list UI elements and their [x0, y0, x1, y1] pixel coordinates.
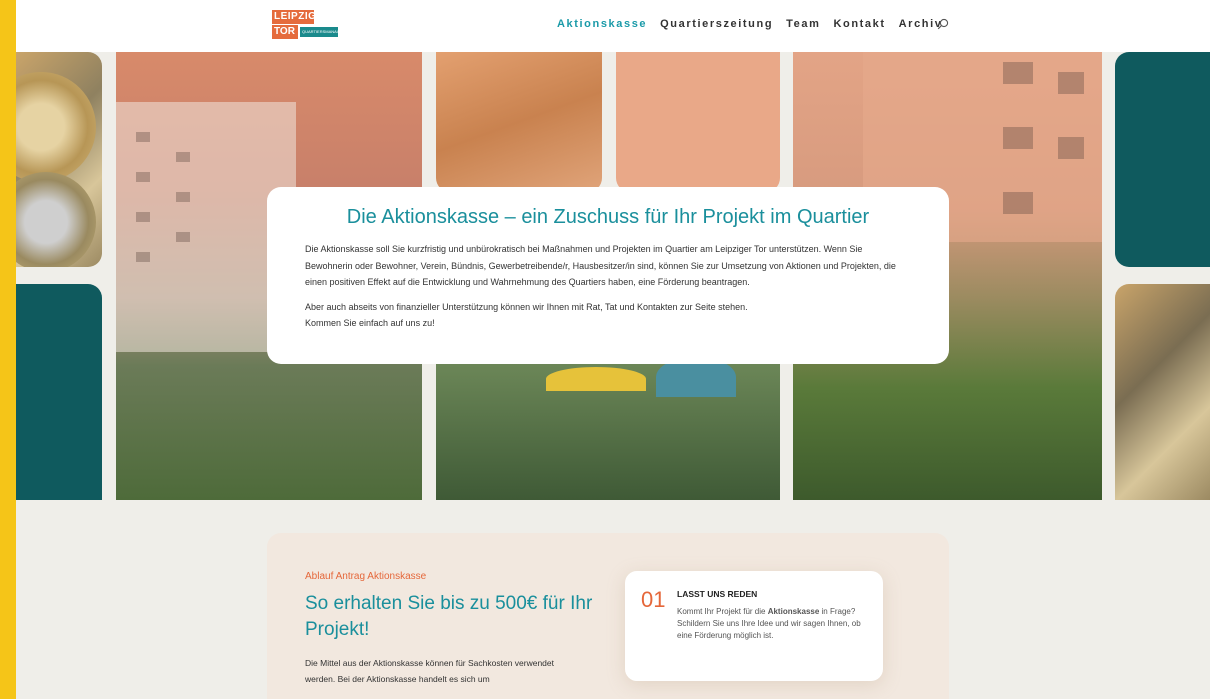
- application-section: Ablauf Antrag Aktionskasse So erhalten S…: [267, 533, 949, 699]
- section-text: Die Mittel aus der Aktionskasse können f…: [305, 658, 554, 684]
- teal-panel-left: [16, 284, 102, 500]
- page-frame: LEIPZIGER TOR QUARTIERS­MANAGEMENT Aktio…: [16, 0, 1210, 699]
- nav-quartierszeitung[interactable]: Quartierszeitung: [660, 17, 773, 31]
- salmon-panel: [616, 52, 780, 192]
- nav-aktionskasse[interactable]: Aktionskasse: [557, 17, 647, 31]
- step-number: 01: [641, 587, 666, 612]
- intro-paragraph: Die Aktionskasse soll Sie kurzfristig un…: [305, 244, 896, 287]
- step-body-line-2: Schildern Sie uns Ihre Idee und wir sage…: [677, 619, 861, 640]
- site-header: LEIPZIGER TOR QUARTIERS­MANAGEMENT Aktio…: [16, 0, 1210, 52]
- step-heading: LASST UNS REDEN: [677, 589, 758, 599]
- search-icon[interactable]: [937, 18, 949, 30]
- intro-support-line-2: Kommen Sie einfach auf uns zu!: [305, 318, 435, 328]
- step-body: Kommt Ihr Projekt für die Aktionskasse i…: [677, 606, 873, 642]
- intro-card: Die Aktionskasse – ein Zuschuss für Ihr …: [267, 187, 949, 364]
- section-title: So erhalten Sie bis zu 500€ für Ihr Proj…: [305, 593, 593, 640]
- step-card: 01 LASST UNS REDEN Kommt Ihr Projekt für…: [625, 571, 883, 681]
- logo-line-1: LEIPZIGER: [272, 10, 332, 24]
- nav-kontakt[interactable]: Kontakt: [833, 17, 885, 31]
- coins-image-top: [436, 52, 602, 192]
- logo-line-3: QUARTIERS­MANAGEMENT: [300, 27, 338, 37]
- section-subtitle: Ablauf Antrag Aktionskasse: [305, 571, 427, 582]
- hero-collage: Die Aktionskasse – ein Zuschuss für Ihr …: [16, 52, 1210, 500]
- intro-support-line-1: Aber auch abseits von finanzieller Unter…: [305, 301, 748, 312]
- logo-line-2: TOR: [272, 25, 298, 39]
- step-body-part-2: in Frage?: [819, 607, 856, 616]
- coins-image-right: [1115, 284, 1210, 500]
- main-nav: Aktionskasse Quartierszeitung Team Konta…: [557, 17, 955, 31]
- step-body-part-1: Kommt Ihr Projekt für die: [677, 607, 768, 616]
- step-body-bold: Aktionskasse: [767, 607, 820, 616]
- site-logo[interactable]: LEIPZIGER TOR QUARTIERS­MANAGEMENT: [272, 10, 342, 40]
- intro-support-text: Aber auch abseits von finanzieller Unter…: [305, 299, 911, 332]
- nav-archiv[interactable]: Archiv: [899, 17, 943, 31]
- intro-title: Die Aktionskasse – ein Zuschuss für Ihr …: [346, 206, 870, 228]
- coins-image-left: [16, 52, 102, 267]
- nav-team[interactable]: Team: [786, 17, 820, 31]
- teal-panel-right: [1115, 52, 1210, 267]
